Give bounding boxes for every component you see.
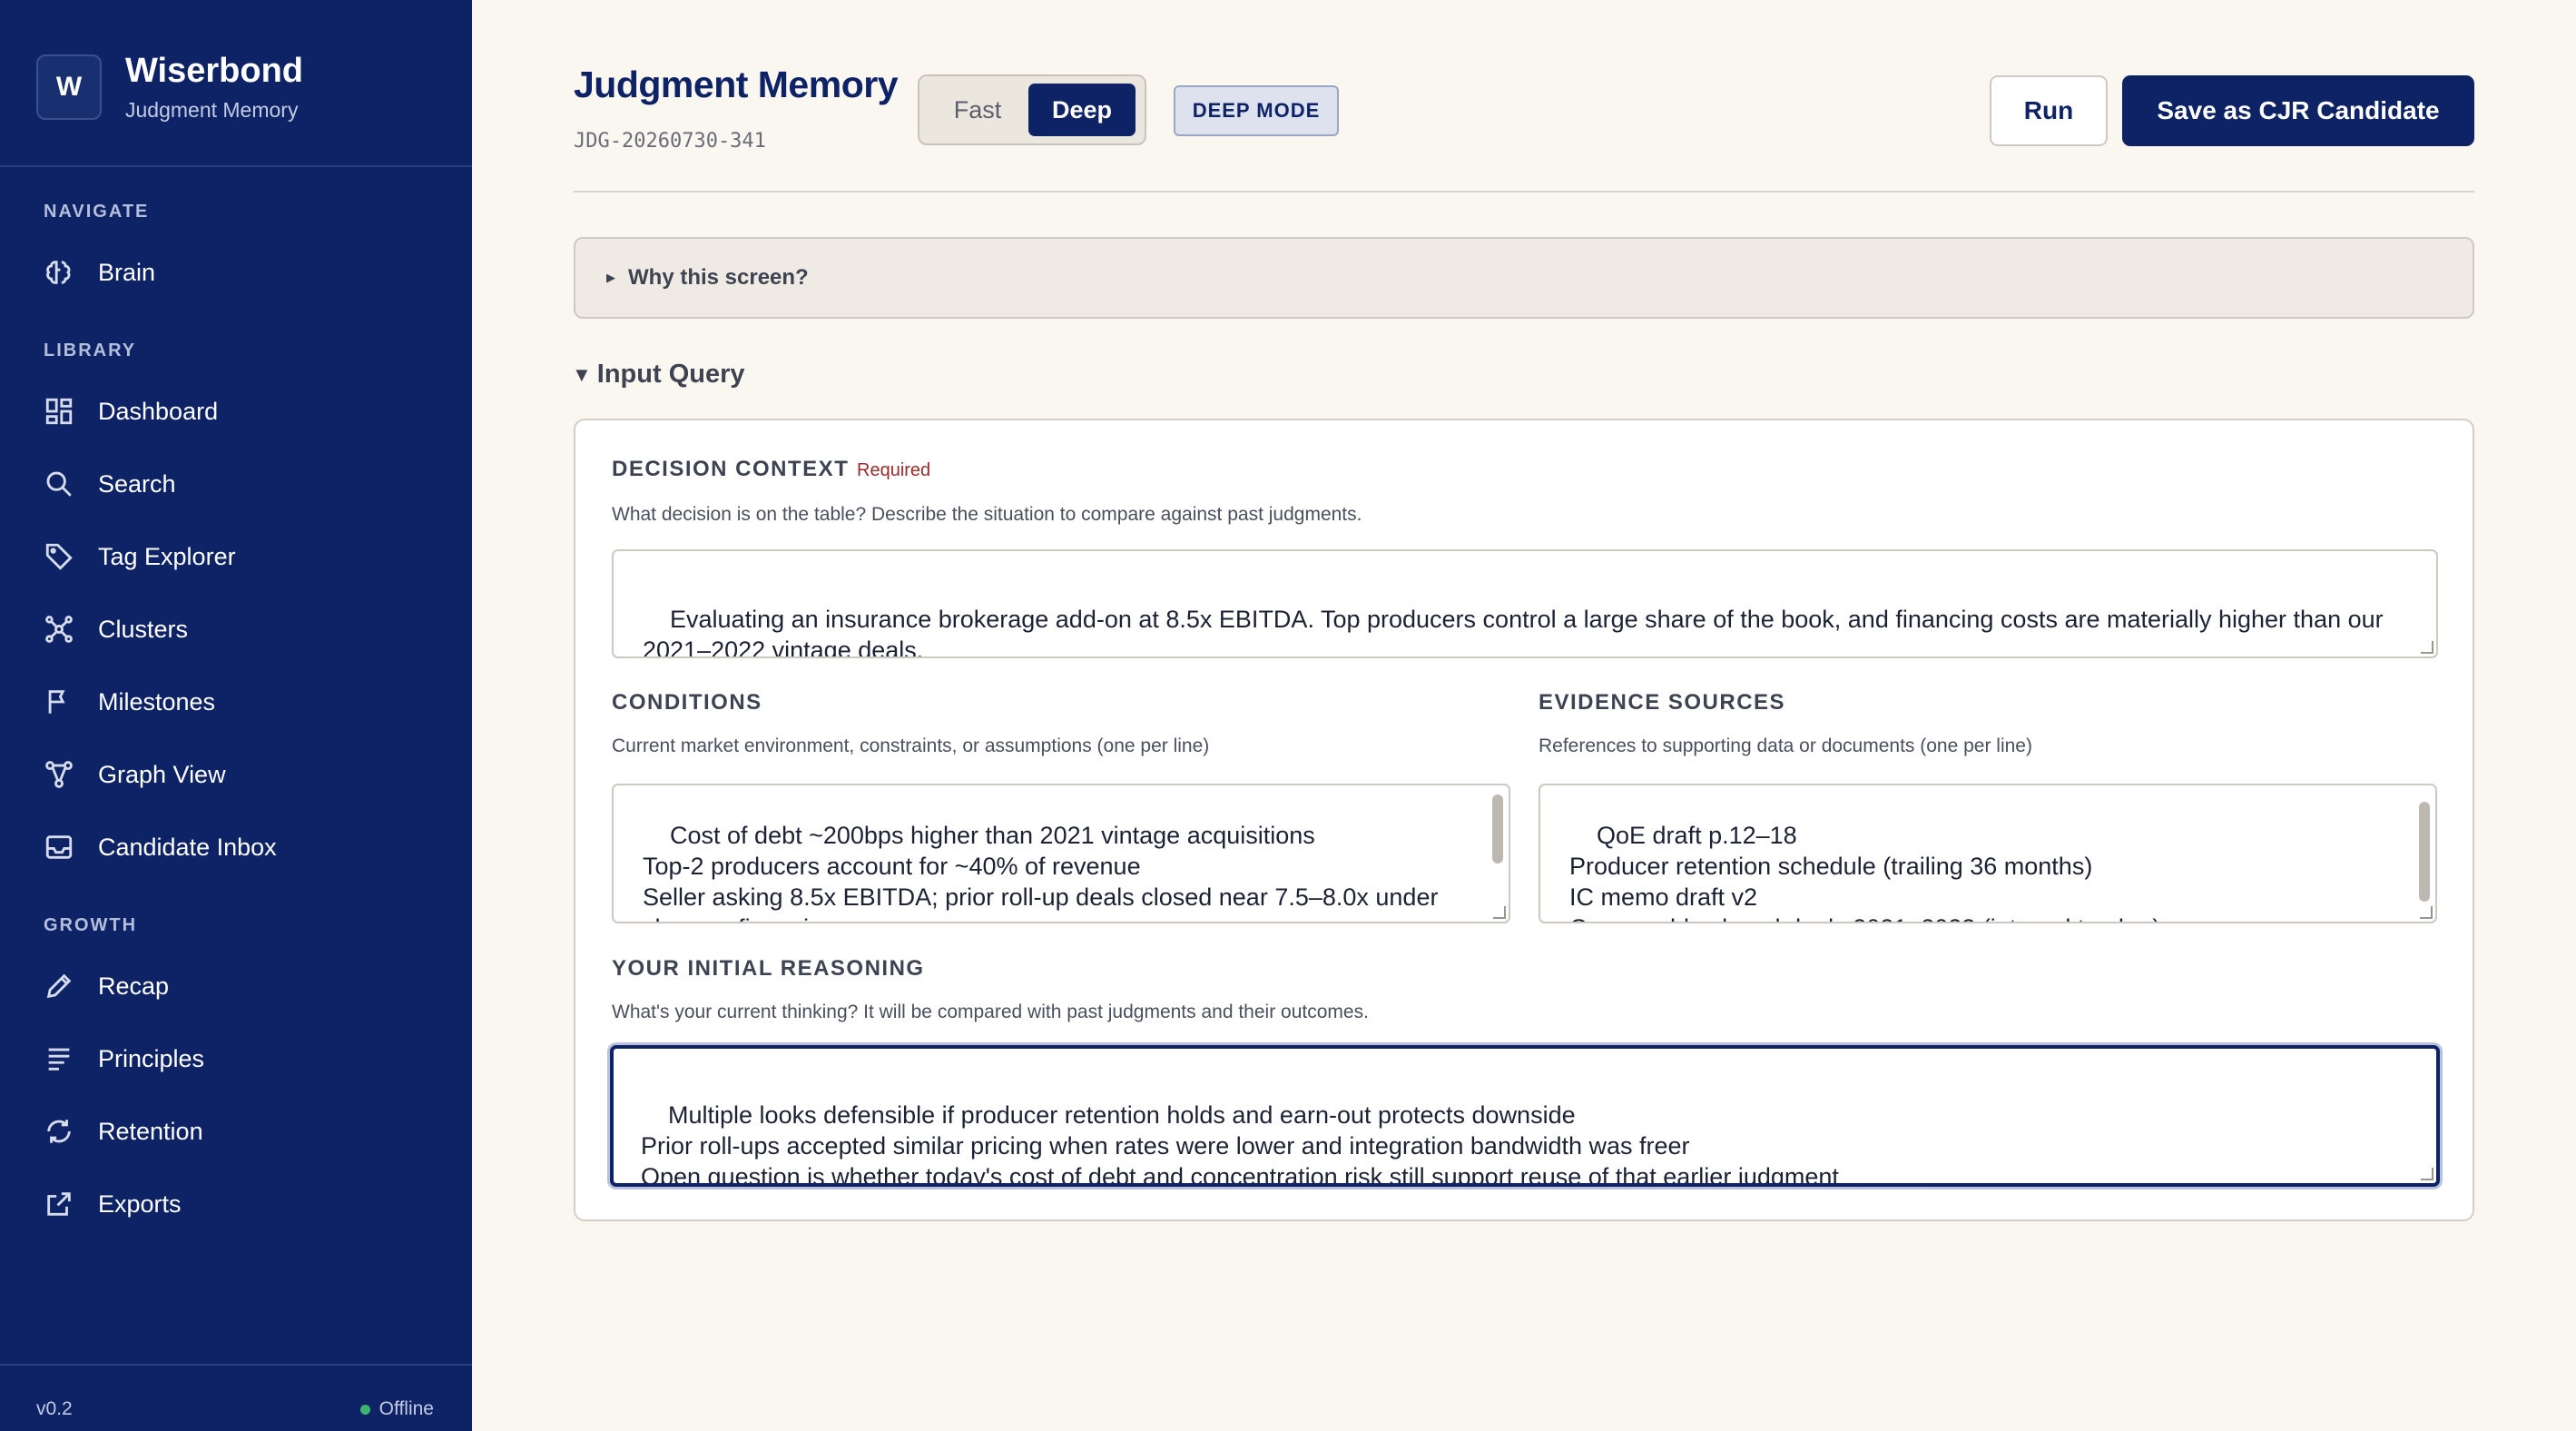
- resize-handle[interactable]: [1493, 906, 1506, 919]
- sidebar-item-label: Graph View: [98, 760, 226, 788]
- input-query-form: DECISION CONTEXT Required What decision …: [574, 419, 2474, 1221]
- app-version: v0.2: [36, 1398, 73, 1419]
- sidebar-item-label: Brain: [98, 258, 156, 286]
- mode-toggle: Fast Deep: [918, 74, 1146, 145]
- initial-reasoning-label: YOUR INITIAL REASONING: [612, 956, 925, 981]
- evidence-sources-label: EVIDENCE SOURCES: [1539, 690, 1786, 715]
- inbox-icon: [45, 835, 73, 859]
- sidebar-item-label: Recap: [98, 972, 170, 1000]
- sidebar-item-graph-view[interactable]: Graph View: [44, 749, 226, 800]
- input-query-title: Input Query: [596, 360, 745, 389]
- sidebar-item-label: Milestones: [98, 687, 216, 716]
- sidebar-item-dashboard[interactable]: Dashboard: [44, 386, 218, 437]
- nav-section-navigate: NAVIGATE: [44, 202, 150, 222]
- sidebar-item-tag-explorer[interactable]: Tag Explorer: [44, 531, 236, 582]
- sidebar-item-principles[interactable]: Principles: [44, 1033, 204, 1084]
- connection-status: Offline: [359, 1398, 434, 1420]
- decision-context-input[interactable]: Evaluating an insurance brokerage add-on…: [612, 549, 2438, 658]
- sidebar: W Wiserbond Judgment Memory NAVIGATE Bra…: [0, 0, 472, 1431]
- disclosure-right-icon: ▶: [606, 271, 615, 284]
- mode-badge: DEEP MODE: [1174, 85, 1339, 136]
- sidebar-item-label: Principles: [98, 1044, 205, 1072]
- required-badge: Required: [857, 460, 931, 480]
- sidebar-item-retention[interactable]: Retention: [44, 1106, 203, 1157]
- why-this-screen-toggle[interactable]: ▶ Why this screen?: [574, 237, 2474, 319]
- sidebar-footer-divider: [0, 1364, 472, 1366]
- disclosure-down-icon: ▼: [572, 362, 592, 386]
- list-icon: [48, 1048, 70, 1071]
- flag-icon: [48, 690, 65, 714]
- pencil-icon: [46, 973, 72, 999]
- mode-deep-button[interactable]: Deep: [1028, 84, 1136, 136]
- brand[interactable]: W Wiserbond Judgment Memory: [36, 51, 303, 123]
- page-title: Judgment Memory: [574, 64, 899, 105]
- conditions-label: CONDITIONS: [612, 690, 762, 715]
- nav-section-growth: GROWTH: [44, 915, 138, 935]
- resize-handle[interactable]: [2421, 641, 2433, 654]
- save-cjr-candidate-button[interactable]: Save as CJR Candidate: [2122, 75, 2474, 146]
- sidebar-item-clusters[interactable]: Clusters: [44, 604, 188, 655]
- tag-icon: [45, 543, 73, 570]
- status-label: Offline: [379, 1398, 434, 1419]
- sidebar-item-brain[interactable]: Brain: [44, 247, 155, 298]
- conditions-input[interactable]: Cost of debt ~200bps higher than 2021 vi…: [612, 784, 1510, 923]
- resize-handle[interactable]: [2421, 1168, 2433, 1180]
- graph-icon: [45, 761, 73, 788]
- sidebar-item-label: Candidate Inbox: [98, 833, 277, 861]
- sidebar-item-label: Clusters: [98, 615, 189, 643]
- input-query-toggle[interactable]: ▼ Input Query: [572, 360, 745, 390]
- sidebar-item-search[interactable]: Search: [44, 459, 176, 509]
- status-dot-icon: [359, 1404, 370, 1415]
- header-divider: [574, 191, 2474, 192]
- resize-handle[interactable]: [2420, 906, 2433, 919]
- brand-logo: W: [36, 54, 102, 120]
- conditions-scrollbar[interactable]: [1492, 794, 1503, 864]
- sidebar-item-exports[interactable]: Exports: [44, 1179, 182, 1229]
- sidebar-item-label: Search: [98, 469, 176, 498]
- run-button[interactable]: Run: [1990, 75, 2108, 146]
- decision-context-value: Evaluating an insurance brokerage add-on…: [643, 606, 2391, 658]
- search-icon: [46, 471, 72, 497]
- dashboard-icon: [45, 398, 73, 425]
- evidence-sources-hint: References to supporting data or documen…: [1539, 735, 2032, 756]
- brand-name: Wiserbond: [125, 52, 303, 90]
- judgment-id: JDG-20260730-341: [574, 130, 766, 153]
- conditions-hint: Current market environment, constraints,…: [612, 735, 1210, 756]
- sidebar-item-label: Tag Explorer: [98, 542, 236, 570]
- sidebar-item-label: Exports: [98, 1189, 182, 1218]
- sidebar-item-candidate-inbox[interactable]: Candidate Inbox: [44, 822, 277, 873]
- brain-icon: [46, 261, 71, 284]
- nav-section-library: LIBRARY: [44, 340, 137, 360]
- decision-context-hint: What decision is on the table? Describe …: [612, 504, 1362, 525]
- initial-reasoning-input[interactable]: Multiple looks defensible if producer re…: [610, 1045, 2440, 1187]
- decision-context-label: DECISION CONTEXT: [612, 457, 850, 481]
- brand-subtitle: Judgment Memory: [125, 98, 299, 122]
- evidence-sources-input[interactable]: QoE draft p.12–18 Producer retention sch…: [1539, 784, 2437, 923]
- conditions-value: Cost of debt ~200bps higher than 2021 vi…: [643, 822, 1439, 922]
- sidebar-item-recap[interactable]: Recap: [44, 961, 169, 1012]
- initial-reasoning-value: Multiple looks defensible if producer re…: [641, 1101, 1839, 1187]
- export-icon: [47, 1192, 71, 1216]
- why-label: Why this screen?: [628, 265, 809, 290]
- sidebar-divider: [0, 165, 472, 167]
- initial-reasoning-hint: What's your current thinking? It will be…: [612, 1002, 1369, 1022]
- sidebar-item-label: Dashboard: [98, 397, 219, 425]
- evidence-scrollbar[interactable]: [2419, 802, 2430, 902]
- sidebar-item-milestones[interactable]: Milestones: [44, 676, 215, 727]
- clusters-icon: [45, 616, 73, 643]
- mode-fast-button[interactable]: Fast: [927, 84, 1028, 136]
- refresh-icon: [47, 1120, 71, 1143]
- sidebar-item-label: Retention: [98, 1117, 203, 1145]
- evidence-sources-value: QoE draft p.12–18 Producer retention sch…: [1569, 822, 2160, 922]
